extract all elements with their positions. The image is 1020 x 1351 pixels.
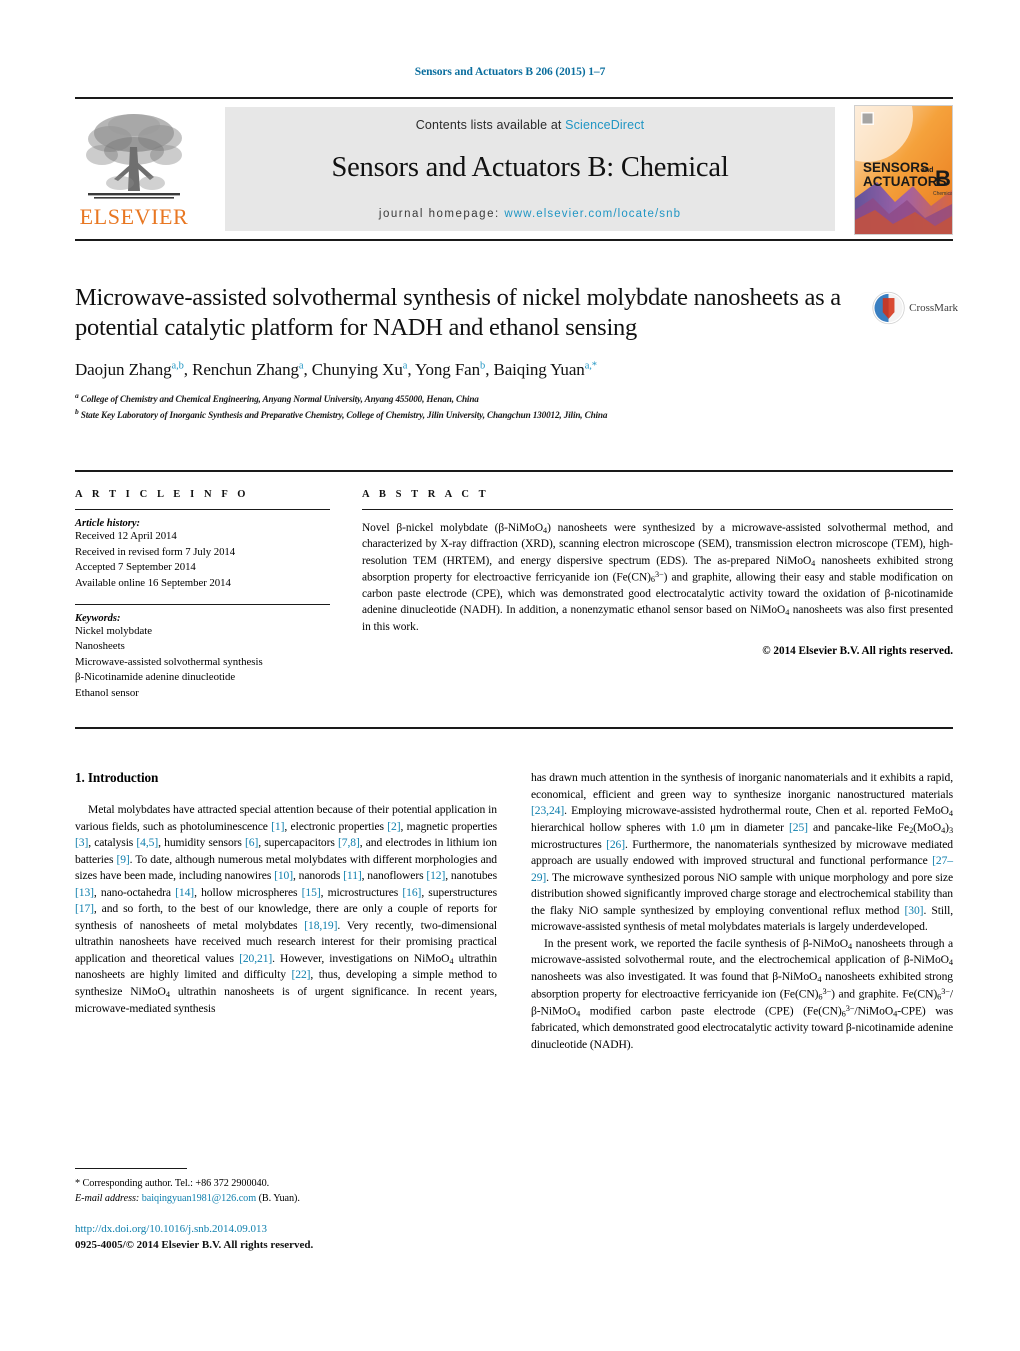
journal-cover-thumbnail: SENSORS and ACTUATORS B Chemical (854, 105, 953, 235)
contents-available-line: Contents lists available at ScienceDirec… (225, 107, 835, 132)
crossmark-label: CrossMark (909, 302, 958, 314)
elsevier-wordmark: ELSEVIER (79, 204, 189, 229)
contents-text: Contents lists available at (415, 118, 562, 132)
abstract-paragraph: Novel β-nickel molybdate (β-NiMoO4) nano… (362, 522, 953, 633)
sciencedirect-link[interactable]: ScienceDirect (565, 118, 644, 132)
keyword-item: Microwave-assisted solvothermal synthesi… (75, 655, 263, 668)
doi-block: http://dx.doi.org/10.1016/j.snb.2014.09.… (75, 1222, 497, 1254)
crossmark-icon (872, 291, 905, 325)
abstract-heading: A B S T R A C T (362, 489, 490, 500)
svg-text:SENSORS: SENSORS (863, 160, 929, 175)
keyword-item: β-Nicotinamide adenine dinucleotide (75, 671, 236, 684)
homepage-link[interactable]: www.elsevier.com/locate/snb (504, 208, 681, 220)
body-column-left: 1. Introduction Metal molybdates have at… (75, 770, 497, 1017)
intro-paragraph-left: Metal molybdates have attracted special … (75, 803, 498, 1015)
title-block: Microwave-assisted solvothermal synthesi… (75, 283, 865, 422)
svg-text:ACTUATORS: ACTUATORS (863, 174, 947, 189)
history-revised: Received in revised form 7 July 2014 (75, 545, 236, 558)
email-suffix: (B. Yuan). (258, 1193, 300, 1205)
issn-copyright-line: 0925-4005/© 2014 Elsevier B.V. All right… (75, 1238, 314, 1251)
affiliation-marker-a: a (75, 390, 79, 400)
affiliation-list: a College of Chemistry and Chemical Engi… (75, 390, 865, 423)
article-info-heading: A R T I C L E I N F O (75, 489, 250, 500)
author-list: Daojun Zhanga,b, Renchun Zhanga, Chunyin… (75, 359, 597, 379)
abstract-copyright: © 2014 Elsevier B.V. All rights reserved… (762, 644, 953, 657)
history-accepted: Accepted 7 September 2014 (75, 561, 196, 574)
article-history-label: Article history: (75, 518, 141, 529)
elsevier-tree-icon (86, 114, 182, 199)
doi-link[interactable]: http://dx.doi.org/10.1016/j.snb.2014.09.… (75, 1222, 497, 1238)
abstract-rule (362, 509, 953, 510)
keyword-item: Nanosheets (75, 640, 125, 653)
intro-paragraph-right-1: has drawn much attention in the synthesi… (531, 771, 954, 934)
article-first-page: Sensors and Actuators B 206 (2015) 1–7 E… (0, 0, 1020, 1351)
svg-text:B: B (935, 166, 951, 191)
masthead-center-panel: Contents lists available at ScienceDirec… (225, 107, 835, 231)
corresponding-author-footnote: * Corresponding author. Tel.: +86 372 29… (75, 1168, 497, 1207)
affiliation-marker-b: b (75, 407, 79, 417)
abstract-text: Novel β-nickel molybdate (β-NiMoO4) nano… (362, 520, 953, 635)
keywords-rule (75, 603, 330, 605)
article-info-column: A R T I C L E I N F O Article history: R… (75, 472, 330, 702)
journal-masthead: ELSEVIER Contents lists available at Sci… (75, 97, 953, 241)
journal-cover-art: SENSORS and ACTUATORS B Chemical (855, 106, 952, 234)
article-title: Microwave-assisted solvothermal synthesi… (75, 284, 841, 341)
keyword-item: Ethanol sensor (75, 687, 139, 700)
journal-homepage-line: journal homepage: www.elsevier.com/locat… (225, 208, 835, 220)
abstract-column: A B S T R A C T Novel β-nickel molybdate… (362, 472, 953, 657)
history-received: Received 12 April 2014 (75, 530, 177, 542)
journal-title: Sensors and Actuators B: Chemical (331, 152, 729, 183)
body-columns: 1. Introduction Metal molybdates have at… (75, 770, 953, 1190)
running-head: Sensors and Actuators B 206 (2015) 1–7 (414, 66, 606, 78)
email-line: E-mail address: baiqingyuan1981@126.com … (75, 1191, 497, 1206)
info-abstract-band: A R T I C L E I N F O Article history: R… (75, 470, 953, 729)
section-heading-introduction: 1. Introduction (75, 770, 159, 785)
affiliation-a: a College of Chemistry and Chemical Engi… (75, 390, 865, 406)
intro-paragraph-right-2: In the present work, we reported the fac… (531, 936, 953, 1051)
crossmark-badge[interactable]: CrossMark (872, 286, 958, 330)
svg-text:Chemical: Chemical (933, 191, 952, 197)
affiliation-a-text: College of Chemistry and Chemical Engine… (80, 393, 479, 404)
history-online: Available online 16 September 2014 (75, 576, 231, 589)
affiliation-b-text: State Key Laboratory of Inorganic Synthe… (80, 410, 608, 421)
affiliation-b: b State Key Laboratory of Inorganic Synt… (75, 406, 865, 422)
elsevier-logo: ELSEVIER (75, 103, 193, 235)
email-link[interactable]: baiqingyuan1981@126.com (142, 1193, 256, 1204)
keywords-label: Keywords: (75, 612, 121, 624)
corresponding-author-line: * Corresponding author. Tel.: +86 372 29… (75, 1178, 270, 1189)
footnote-rule (75, 1168, 187, 1169)
homepage-label: journal homepage: (378, 208, 500, 220)
email-label: E-mail address: (75, 1193, 140, 1205)
keyword-item: Nickel molybdate (75, 624, 153, 637)
svg-text:and: and (921, 167, 933, 174)
body-column-right: has drawn much attention in the synthesi… (531, 770, 953, 1053)
article-info-rule (75, 509, 330, 510)
